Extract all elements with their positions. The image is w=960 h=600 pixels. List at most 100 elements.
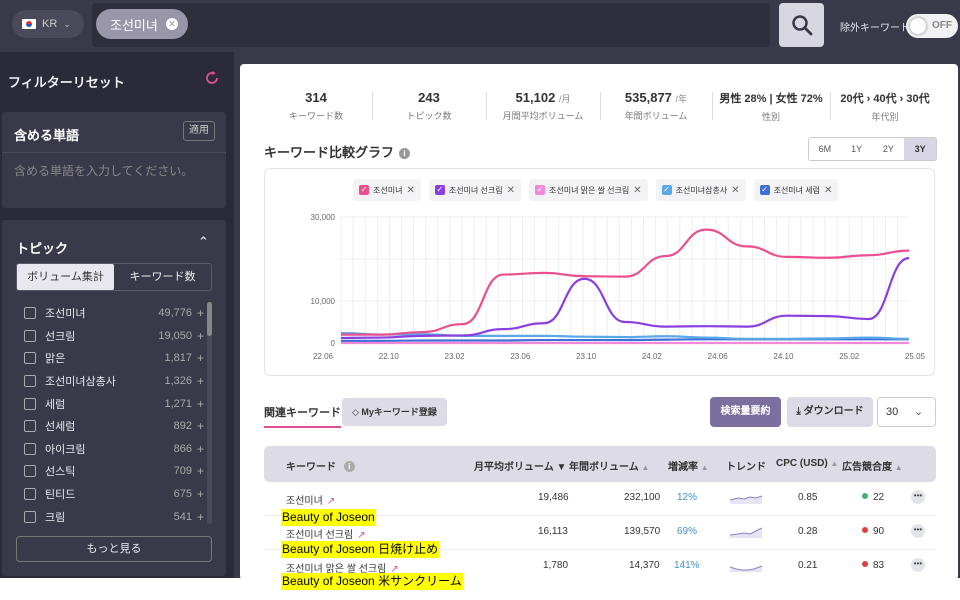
apply-button[interactable]: 適用: [183, 121, 215, 141]
scroll-thumb[interactable]: [207, 302, 212, 336]
download-button[interactable]: ⤓ ダウンロード: [787, 397, 873, 427]
tab-related-keywords[interactable]: 関連キーワード: [264, 404, 341, 428]
legend-item[interactable]: ✓ 조선미녀 선크림 ✕: [428, 179, 521, 201]
chart-legend: ✓ 조선미녀 ✕ ✓ 조선미녀 선크림 ✕ ✓ 조선미녀 맑은 쌀 선크림 ✕ ✓ 조선미녀삼…: [353, 179, 839, 201]
country-selector[interactable]: KR ⌄: [12, 10, 84, 38]
plus-icon[interactable]: +: [197, 397, 204, 411]
tab-6m[interactable]: 6M: [809, 138, 841, 160]
legend-item[interactable]: ✓ 조선미녀 맑은 쌀 선크림 ✕: [528, 179, 648, 201]
tab-3y[interactable]: 3Y: [904, 138, 936, 160]
page-size-value: 30: [886, 406, 899, 418]
col-cpc[interactable]: CPC (USD) ▲: [776, 458, 838, 469]
show-more-button[interactable]: もっと見る: [16, 536, 212, 562]
col-ad-competition[interactable]: 広告競合度 ▲: [842, 458, 903, 473]
trend-chart-icon[interactable]: ↗: [357, 530, 365, 541]
yearly-volume-cell: 232,100: [624, 492, 661, 503]
search-volume-summary-button[interactable]: 検索量要約: [710, 397, 781, 427]
checkbox[interactable]: [24, 420, 36, 433]
topic-item[interactable]: 아이크림 866 +: [24, 438, 204, 461]
keyword-cell[interactable]: 조선미녀 ↗: [286, 492, 335, 507]
col-monthly-volume[interactable]: 月平均ボリューム ▼: [474, 458, 566, 473]
checkbox[interactable]: [24, 510, 36, 523]
topic-item[interactable]: 맑은 1,817 +: [24, 347, 204, 370]
stat-value: 243: [418, 90, 440, 105]
x-tick-label: 25.05: [905, 352, 926, 361]
topic-item[interactable]: 선크림 19,050 +: [24, 325, 204, 348]
keyword-cell[interactable]: 조선미녀 선크림 ↗: [286, 526, 366, 541]
reset-icon[interactable]: [204, 70, 220, 86]
col-yearly-volume[interactable]: 年間ボリューム ▲: [569, 458, 649, 473]
search-bar[interactable]: 조선미녀 ✕: [92, 3, 770, 47]
include-words-input[interactable]: 含める単語を入力してください。: [14, 162, 193, 179]
info-icon[interactable]: i: [343, 461, 355, 472]
legend-item[interactable]: ✓ 조선미녀삼총사 ✕: [655, 179, 746, 201]
close-icon[interactable]: ✕: [165, 18, 178, 30]
trend-chart-icon[interactable]: ↗: [327, 496, 335, 507]
tab-keyword-count[interactable]: キーワード数: [114, 264, 211, 290]
plus-icon[interactable]: +: [197, 419, 204, 433]
checkbox[interactable]: [24, 397, 36, 410]
topic-item[interactable]: 선스틱 709 +: [24, 460, 204, 483]
plus-icon[interactable]: +: [197, 306, 204, 320]
topic-item[interactable]: 틴티드 675 +: [24, 483, 204, 506]
topic-scrollbar[interactable]: [207, 302, 212, 524]
checkbox[interactable]: [24, 329, 36, 342]
excluded-keyword-toggle[interactable]: OFF: [906, 14, 958, 38]
close-icon[interactable]: ✕: [824, 185, 832, 196]
checkbox[interactable]: [24, 352, 36, 365]
close-icon[interactable]: ✕: [507, 185, 515, 196]
col-keyword[interactable]: キーワード i: [286, 458, 355, 473]
plus-icon[interactable]: +: [197, 510, 204, 524]
search-button[interactable]: [779, 3, 824, 47]
tab-2y[interactable]: 2Y: [873, 138, 905, 160]
stat-value: 男性 28% | 女性 72%: [719, 93, 823, 105]
topic-item[interactable]: 크림 541 +: [24, 505, 204, 528]
more-options-icon[interactable]: •••: [911, 524, 925, 538]
chevron-down-icon: ⌄: [63, 18, 71, 29]
plus-icon[interactable]: +: [197, 351, 204, 365]
search-keyword-chip[interactable]: 조선미녀 ✕: [96, 9, 188, 39]
plus-icon[interactable]: +: [197, 464, 204, 478]
x-tick-label: 24.10: [773, 352, 794, 361]
chevron-up-icon[interactable]: ⌃: [198, 234, 209, 250]
series-line: [340, 257, 910, 340]
stat-label: キーワード数: [288, 111, 343, 121]
topic-item[interactable]: 조선미녀삼총사 1,326 +: [24, 370, 204, 393]
legend-item[interactable]: ✓ 조선미녀 세럼 ✕: [753, 179, 839, 201]
plus-icon[interactable]: +: [197, 329, 204, 343]
plus-icon[interactable]: +: [197, 442, 204, 456]
legend-item[interactable]: ✓ 조선미녀 ✕: [353, 179, 421, 201]
checkbox[interactable]: [24, 442, 36, 455]
topic-item[interactable]: 조선미녀 49,776 +: [24, 302, 204, 325]
checkbox-icon[interactable]: ✓: [759, 185, 770, 195]
my-keyword-register-button[interactable]: ◇ Myキーワード登録: [342, 398, 447, 426]
more-options-icon[interactable]: •••: [911, 558, 925, 572]
checkbox[interactable]: [24, 307, 36, 320]
checkbox[interactable]: [24, 375, 36, 388]
checkbox[interactable]: [24, 488, 36, 501]
checkbox-icon[interactable]: ✓: [661, 185, 672, 195]
col-label: 広告競合度: [842, 462, 892, 473]
yearly-volume-cell: 139,570: [624, 526, 661, 537]
checkbox-icon[interactable]: ✓: [534, 185, 545, 195]
change-rate-cell: 69%: [677, 526, 698, 537]
plus-icon[interactable]: +: [197, 374, 204, 388]
plus-icon[interactable]: +: [197, 487, 204, 501]
keyword-text: 조선미녀 선크림: [286, 530, 354, 541]
checkbox-icon[interactable]: ✓: [434, 185, 445, 195]
checkbox-icon[interactable]: ✓: [359, 185, 369, 195]
tab-volume-total[interactable]: ボリューム集計: [17, 264, 114, 290]
close-icon[interactable]: ✕: [633, 185, 641, 196]
close-icon[interactable]: ✕: [731, 185, 739, 196]
info-icon[interactable]: i: [399, 148, 411, 159]
close-icon[interactable]: ✕: [406, 185, 414, 196]
country-code: KR: [42, 18, 58, 30]
tab-1y[interactable]: 1Y: [841, 138, 873, 160]
page-size-select[interactable]: 30 ⌄: [877, 397, 936, 427]
topic-item[interactable]: 선세럼 892 +: [24, 415, 204, 438]
checkbox[interactable]: [24, 465, 36, 478]
col-change-rate[interactable]: 増減率 ▲: [668, 458, 709, 473]
topic-item[interactable]: 세럼 1,271 +: [24, 392, 204, 415]
stat-label: 年代別: [871, 112, 899, 122]
more-options-icon[interactable]: •••: [911, 490, 925, 504]
